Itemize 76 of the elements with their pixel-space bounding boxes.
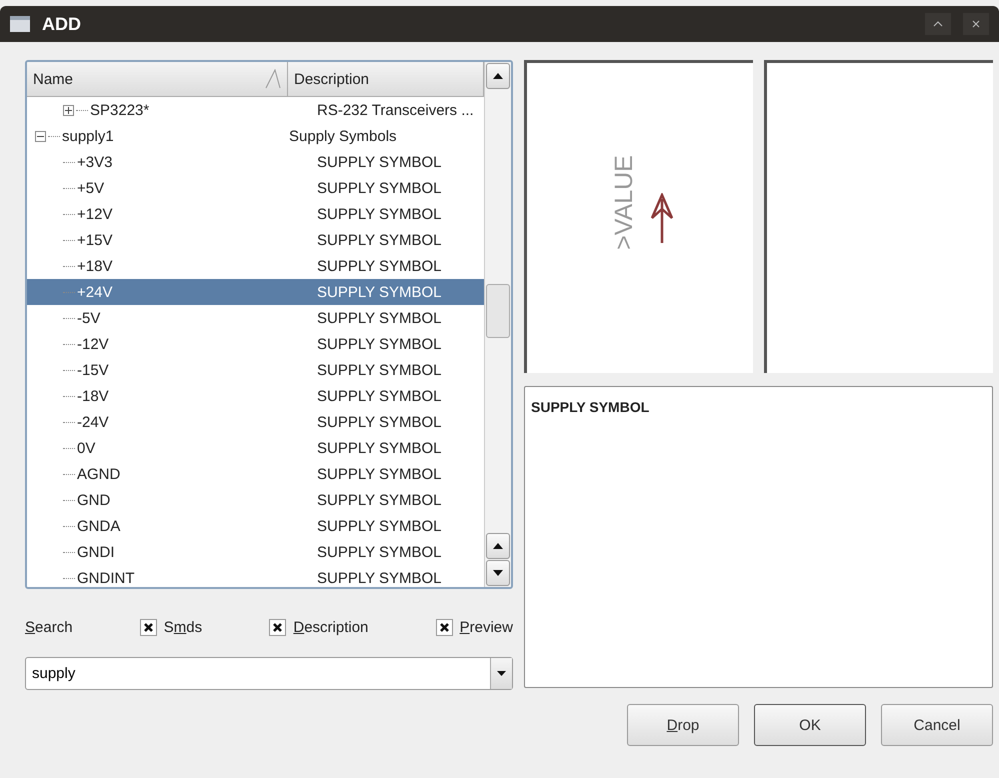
expand-icon[interactable] [63, 104, 74, 116]
item-description: SUPPLY SYMBOL [316, 258, 442, 274]
down-triangle-icon [493, 570, 503, 576]
item-name: supply1 [62, 128, 114, 144]
dialog-button[interactable]: Drop [627, 704, 739, 746]
dialog-button[interactable]: Cancel [881, 704, 993, 746]
item-description: SUPPLY SYMBOL [316, 336, 442, 352]
column-header[interactable]: Name [27, 62, 288, 97]
item-name: +3V3 [77, 154, 112, 170]
item-description: SUPPLY SYMBOL [316, 362, 442, 378]
item-description: SUPPLY SYMBOL [316, 440, 442, 456]
item-description: SUPPLY SYMBOL [316, 492, 442, 508]
cross-mark-icon [272, 622, 284, 632]
item-name: GND [77, 492, 110, 508]
dialog-button[interactable]: OK [754, 704, 866, 746]
item-description: SUPPLY SYMBOL [316, 414, 442, 430]
collapse-icon[interactable] [35, 130, 46, 142]
item-name: SP3223* [90, 102, 150, 118]
caret-down-icon [497, 671, 506, 676]
item-description: SUPPLY SYMBOL [316, 180, 442, 196]
item-description: SUPPLY SYMBOL [316, 206, 442, 222]
checkbox[interactable] [269, 618, 286, 636]
item-description: SUPPLY SYMBOL [316, 518, 442, 534]
item-description: SUPPLY SYMBOL [316, 570, 442, 586]
item-name: +5V [77, 180, 104, 196]
item-name: GNDA [77, 518, 120, 534]
scroll-down-button[interactable] [486, 560, 510, 586]
cross-mark-icon [142, 622, 154, 632]
item-name: +12V [77, 206, 112, 222]
item-name: -12V [77, 336, 109, 352]
item-name: -24V [77, 414, 109, 430]
checkbox-label[interactable]: Preview [460, 618, 513, 636]
item-description: SUPPLY SYMBOL [316, 544, 442, 560]
item-name: GNDINT [77, 570, 134, 586]
column-header[interactable]: Description [288, 62, 484, 97]
window-icon [10, 16, 30, 32]
close-icon [972, 20, 980, 28]
item-name: +15V [77, 232, 112, 248]
sort-icon [265, 69, 281, 89]
item-name: 0V [77, 440, 96, 456]
checkbox[interactable] [140, 618, 157, 636]
up-triangle-icon [493, 543, 503, 549]
cross-mark-icon [438, 622, 450, 632]
item-name: +18V [77, 258, 112, 274]
item-name: -15V [77, 362, 109, 378]
description-text: SUPPLY SYMBOL [531, 399, 650, 415]
up-triangle-icon [493, 73, 503, 79]
checkbox-label[interactable]: Smds [164, 618, 202, 636]
item-name: -18V [77, 388, 109, 404]
close-button[interactable] [963, 13, 989, 35]
item-description: SUPPLY SYMBOL [316, 232, 442, 248]
item-name: AGND [77, 466, 120, 482]
caret-up-icon [933, 21, 943, 27]
item-description: SUPPLY SYMBOL [316, 466, 442, 482]
scroll-up-button[interactable] [486, 533, 510, 559]
item-name: -5V [77, 310, 100, 326]
item-description: RS-232 Transceivers ... [316, 102, 475, 118]
search-label: Search [25, 618, 73, 636]
maximize-button[interactable] [925, 13, 951, 35]
scroll-thumb[interactable] [486, 284, 510, 338]
item-name: GNDI [77, 544, 114, 560]
item-description: SUPPLY SYMBOL [316, 388, 442, 404]
tree-row[interactable]: +24V SUPPLY SYMBOL [27, 279, 484, 305]
window-title: ADD [42, 14, 82, 34]
checkbox[interactable] [436, 618, 453, 636]
checkbox-label[interactable]: Description [293, 618, 368, 636]
dropdown-button[interactable] [490, 658, 512, 689]
item-description: SUPPLY SYMBOL [316, 310, 442, 326]
item-description: Supply Symbols [288, 128, 398, 144]
supply-arrow-icon [650, 193, 674, 245]
scrollbar[interactable] [484, 62, 511, 587]
item-name: +24V [77, 284, 112, 300]
scroll-up-button[interactable] [486, 63, 510, 89]
item-description: SUPPLY SYMBOL [316, 154, 442, 170]
item-description: SUPPLY SYMBOL [316, 284, 442, 300]
symbol-value-text: >VALUE [610, 155, 639, 250]
